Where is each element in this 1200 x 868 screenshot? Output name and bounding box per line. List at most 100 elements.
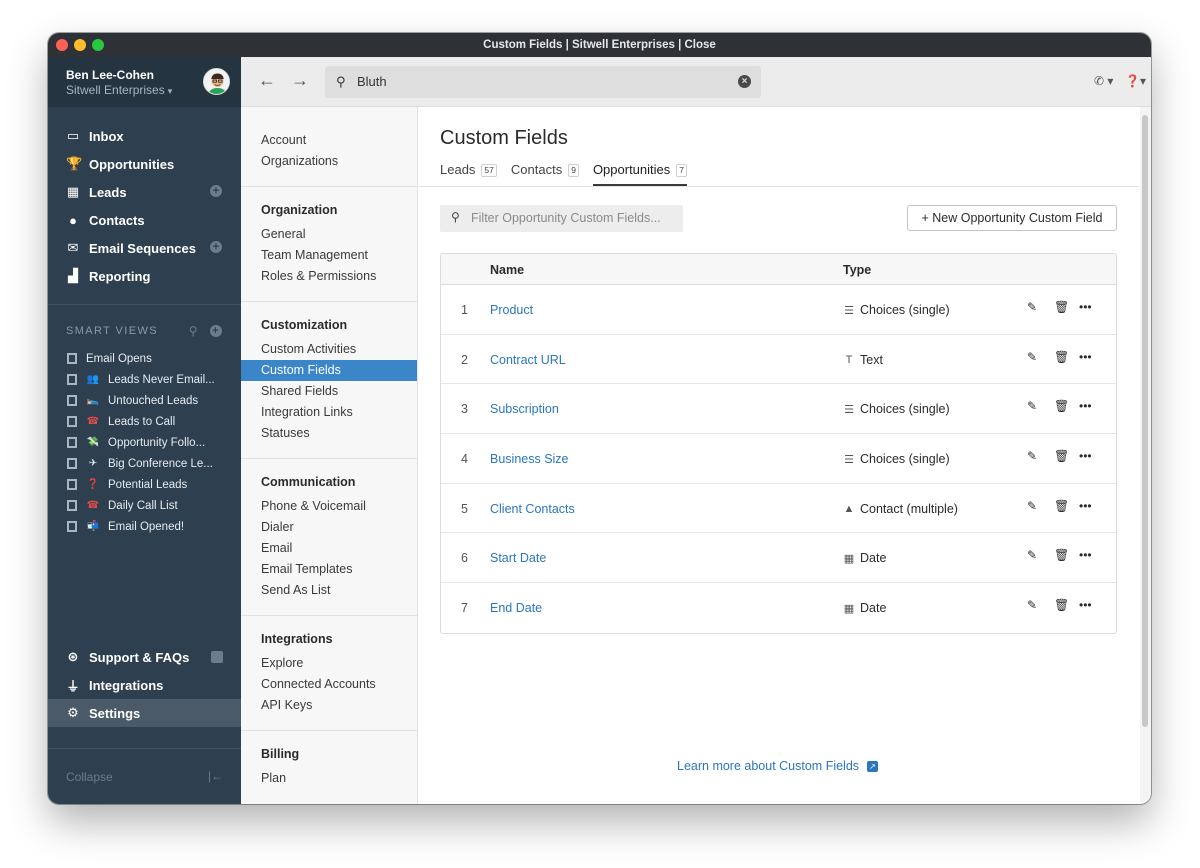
field-name-link[interactable]: Contract URL bbox=[490, 353, 566, 367]
forward-arrow-icon[interactable]: → bbox=[291, 71, 309, 89]
learn-more-link[interactable]: Learn more about Custom Fields ↗ bbox=[677, 759, 879, 773]
airplane-emoji-icon: ✈ bbox=[88, 458, 98, 469]
tab-leads[interactable]: Leads 57 bbox=[440, 162, 497, 186]
smart-view-label: Email Opened! bbox=[108, 520, 185, 533]
scrollbar-thumb[interactable] bbox=[1142, 115, 1148, 727]
add-lead-icon[interactable]: + bbox=[210, 185, 222, 197]
trash-icon[interactable]: 🗑 bbox=[1054, 598, 1069, 612]
nav-item-reporting[interactable]: ▟ Reporting bbox=[48, 262, 241, 290]
back-arrow-icon[interactable]: ← bbox=[258, 71, 276, 89]
collapse-sidebar-button[interactable]: Collapse |← bbox=[48, 748, 241, 804]
search-icon[interactable]: ⚲ bbox=[189, 324, 199, 338]
settings-item-custom-activities[interactable]: Custom Activities bbox=[241, 339, 417, 360]
edit-pencil-icon[interactable]: ✎ bbox=[1027, 548, 1037, 562]
more-options-icon[interactable]: ••• bbox=[1079, 350, 1092, 364]
settings-item-connected-accounts[interactable]: Connected Accounts bbox=[241, 674, 417, 695]
settings-item-roles[interactable]: Roles & Permissions bbox=[241, 266, 417, 287]
settings-item-email[interactable]: Email bbox=[241, 538, 417, 559]
edit-pencil-icon[interactable]: ✎ bbox=[1027, 598, 1037, 612]
tab-opportunities[interactable]: Opportunities 7 bbox=[592, 162, 687, 186]
more-options-icon[interactable]: ••• bbox=[1079, 548, 1092, 562]
more-options-icon[interactable]: ••• bbox=[1079, 399, 1092, 413]
trash-icon[interactable]: 🗑 bbox=[1054, 499, 1069, 513]
field-name-link[interactable]: Start Date bbox=[490, 551, 546, 565]
count-badge: 57 bbox=[481, 164, 497, 177]
field-name-link[interactable]: End Date bbox=[490, 601, 542, 615]
minimize-window-button[interactable] bbox=[74, 39, 86, 51]
settings-item-plan[interactable]: Plan bbox=[241, 768, 417, 789]
trash-icon[interactable]: 🗑 bbox=[1054, 548, 1069, 562]
more-options-icon[interactable]: ••• bbox=[1079, 300, 1092, 314]
building-icon bbox=[67, 353, 77, 364]
field-name-link[interactable]: Client Contacts bbox=[490, 502, 575, 516]
settings-item-shared-fields[interactable]: Shared Fields bbox=[241, 381, 417, 402]
close-window-button[interactable] bbox=[56, 39, 68, 51]
nav-item-email-sequences[interactable]: ✉ Email Sequences + bbox=[48, 234, 241, 262]
settings-item-api-keys[interactable]: API Keys bbox=[241, 695, 417, 716]
settings-item-explore[interactable]: Explore bbox=[241, 653, 417, 674]
field-name-link[interactable]: Product bbox=[490, 303, 533, 317]
smart-views-label: SMART VIEWS bbox=[66, 325, 159, 337]
settings-item-send-as[interactable]: Send As List bbox=[241, 580, 417, 601]
search-icon: ⚲ bbox=[451, 210, 460, 224]
zoom-window-button[interactable] bbox=[92, 39, 104, 51]
building-icon bbox=[67, 458, 77, 469]
smart-view-item[interactable]: ☎ Leads to Call bbox=[48, 411, 241, 432]
nav-item-integrations[interactable]: ⏚ Integrations bbox=[48, 671, 241, 699]
nav-item-inbox[interactable]: ▭ Inbox bbox=[48, 122, 241, 150]
nav-item-settings[interactable]: ⚙ Settings bbox=[48, 699, 241, 727]
filter-input[interactable]: ⚲ Filter Opportunity Custom Fields... bbox=[440, 205, 683, 232]
edit-pencil-icon[interactable]: ✎ bbox=[1027, 300, 1037, 314]
settings-item-general[interactable]: General bbox=[241, 224, 417, 245]
settings-item-statuses[interactable]: Statuses bbox=[241, 423, 417, 444]
count-badge: 7 bbox=[676, 164, 687, 177]
more-options-icon[interactable]: ••• bbox=[1079, 598, 1092, 612]
edit-pencil-icon[interactable]: ✎ bbox=[1027, 350, 1037, 364]
settings-item-dialer[interactable]: Dialer bbox=[241, 517, 417, 538]
smart-view-item[interactable]: ✈ Big Conference Le... bbox=[48, 453, 241, 474]
nav-item-leads[interactable]: ▦ Leads + bbox=[48, 178, 241, 206]
user-menu[interactable]: Ben Lee-Cohen Sitwell Enterprises ▾ bbox=[48, 57, 241, 107]
settings-item-team-management[interactable]: Team Management bbox=[241, 245, 417, 266]
add-sequence-icon[interactable]: + bbox=[210, 241, 222, 253]
trash-icon[interactable]: 🗑 bbox=[1054, 449, 1069, 463]
field-type-label: Date bbox=[860, 601, 887, 616]
phone-menu-icon[interactable]: ✆ ▾ bbox=[1094, 74, 1113, 88]
nav-label: Support & FAQs bbox=[89, 649, 190, 665]
nav-item-opportunities[interactable]: 🏆 Opportunities bbox=[48, 150, 241, 178]
smart-view-item[interactable]: ☎ Daily Call List bbox=[48, 495, 241, 516]
search-input[interactable]: ⚲ Bluth × bbox=[325, 66, 761, 98]
edit-pencil-icon[interactable]: ✎ bbox=[1027, 499, 1037, 513]
nav-item-support[interactable]: ⊛ Support & FAQs bbox=[48, 643, 241, 671]
new-custom-field-button[interactable]: + New Opportunity Custom Field bbox=[907, 205, 1117, 231]
nav-item-contacts[interactable]: ● Contacts bbox=[48, 206, 241, 234]
field-name-link[interactable]: Business Size bbox=[490, 452, 569, 466]
tab-contacts[interactable]: Contacts 9 bbox=[511, 162, 579, 186]
clear-search-icon[interactable]: × bbox=[738, 75, 751, 88]
trash-icon[interactable]: 🗑 bbox=[1054, 350, 1069, 364]
trash-icon[interactable]: 🗑 bbox=[1054, 399, 1069, 413]
settings-item-account[interactable]: Account bbox=[241, 130, 417, 151]
smart-view-item[interactable]: 💸 Opportunity Follo... bbox=[48, 432, 241, 453]
trash-icon[interactable]: 🗑 bbox=[1054, 300, 1069, 314]
field-name-link[interactable]: Subscription bbox=[490, 402, 559, 416]
settings-item-organizations[interactable]: Organizations bbox=[241, 151, 417, 172]
settings-item-email-templates[interactable]: Email Templates bbox=[241, 559, 417, 580]
edit-pencil-icon[interactable]: ✎ bbox=[1027, 399, 1037, 413]
smart-view-item[interactable]: Email Opens bbox=[48, 348, 241, 369]
top-bar: ← → ⚲ Bluth × ✆ ▾ ❓▾ bbox=[241, 57, 1151, 107]
smart-view-item[interactable]: 📬 Email Opened! bbox=[48, 516, 241, 537]
settings-item-integration-links[interactable]: Integration Links bbox=[241, 402, 417, 423]
main-scrollbar[interactable] bbox=[1140, 107, 1151, 804]
settings-item-phone[interactable]: Phone & Voicemail bbox=[241, 496, 417, 517]
edit-pencil-icon[interactable]: ✎ bbox=[1027, 449, 1037, 463]
more-options-icon[interactable]: ••• bbox=[1079, 449, 1092, 463]
avatar[interactable] bbox=[203, 68, 230, 95]
more-options-icon[interactable]: ••• bbox=[1079, 499, 1092, 513]
settings-item-custom-fields[interactable]: Custom Fields bbox=[241, 360, 417, 381]
smart-view-item[interactable]: 👥 Leads Never Email... bbox=[48, 369, 241, 390]
smart-view-item[interactable]: 🛌 Untouched Leads bbox=[48, 390, 241, 411]
help-menu-icon[interactable]: ❓▾ bbox=[1125, 74, 1146, 88]
smart-view-item[interactable]: ❓ Potential Leads bbox=[48, 474, 241, 495]
add-smart-view-icon[interactable]: + bbox=[210, 325, 222, 337]
